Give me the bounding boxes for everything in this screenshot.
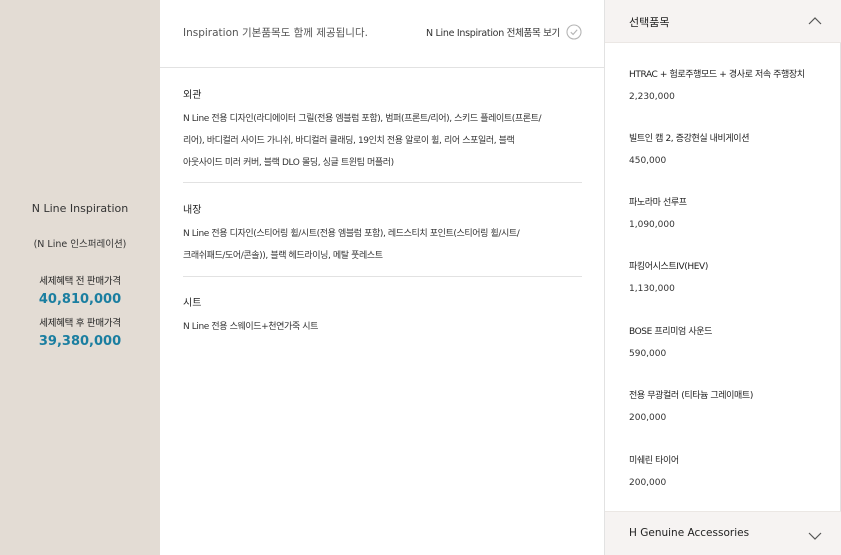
- view-all-items-link[interactable]: N Line Inspiration 전체품목 보기: [426, 24, 582, 40]
- option-price: 1,090,000: [629, 220, 675, 230]
- section-line: N Line 전용 디자인(스티어링 휠/시트(전용 엠블럼 포함), 레드스티…: [183, 229, 520, 239]
- section-text: N Line 전용 디자인(스티어링 휠/시트(전용 엠블럼 포함), 레드스티…: [183, 223, 582, 267]
- section-text: N Line 전용 스웨이드+천연가죽 시트: [183, 316, 582, 338]
- selected-options-panel: 선택품목 HTRAC + 험로주행모드 + 경사로 저속 주행장치 2,230,…: [604, 0, 841, 555]
- section-interior: 내장 N Line 전용 디자인(스티어링 휠/시트(전용 엠블럼 포함), 레…: [183, 201, 582, 267]
- section-title: 외관: [183, 90, 202, 101]
- option-name: 전용 무광컬러 (티타늄 그레이매트): [629, 391, 753, 401]
- option-price: 200,000: [629, 413, 667, 423]
- section-line: 크래쉬패드/도어/콘솔)), 블랙 헤드라이닝, 메탈 풋레스트: [183, 251, 383, 261]
- chevron-up-icon: [808, 17, 822, 25]
- price-before-tax: 40,810,000: [38, 292, 122, 307]
- chevron-down-icon: [808, 532, 822, 540]
- accessories-title: H Genuine Accessories: [629, 527, 750, 539]
- option-price: 590,000: [629, 349, 667, 359]
- option-price: 450,000: [629, 156, 667, 166]
- option-name: HTRAC + 험로주행모드 + 경사로 저속 주행장치: [629, 70, 805, 80]
- section-line: 리어), 바디컬러 사이드 가니쉬, 바디컬러 클래딩, 19인치 전용 알로이…: [183, 136, 515, 146]
- option-item: BOSE 프리미엄 사운드 590,000: [629, 324, 829, 359]
- check-circle-icon: [566, 24, 582, 40]
- option-item: HTRAC + 험로주행모드 + 경사로 저속 주행장치 2,230,000: [629, 67, 829, 102]
- option-item: 전용 무광컬러 (티타늄 그레이매트) 200,000: [629, 388, 829, 423]
- basic-items-intro: Inspiration 기본품목도 함께 제공됩니다.: [183, 27, 368, 39]
- section-text: N Line 전용 디자인(라디에이터 그릴(전용 엠블럼 포함), 범퍼(프론…: [183, 108, 582, 174]
- selected-options-header[interactable]: 선택품목: [605, 0, 841, 43]
- view-all-items-label: N Line Inspiration 전체품목 보기: [426, 28, 560, 39]
- section-seat: 시트 N Line 전용 스웨이드+천연가죽 시트: [183, 294, 582, 338]
- trim-name: N Line Inspiration: [31, 202, 129, 215]
- option-item: 파킹어시스트IV(HEV) 1,130,000: [629, 259, 829, 294]
- option-name: 미쉐린 타이어: [629, 456, 679, 466]
- section-line: 아웃사이드 미러 커버, 블랙 DLO 몰딩, 싱글 트윈팁 머플러): [183, 158, 394, 168]
- price-after-tax: 39,380,000: [38, 334, 122, 349]
- option-price: 200,000: [629, 478, 667, 488]
- trim-summary-panel: N Line Inspiration (N Line 인스퍼레이션) 세제혜택 …: [0, 0, 160, 555]
- price-after-tax-label: 세제혜택 후 판매가격: [39, 318, 121, 329]
- section-title: 시트: [183, 298, 202, 309]
- option-name: 파킹어시스트IV(HEV): [629, 262, 708, 272]
- option-price: 1,130,000: [629, 284, 675, 294]
- option-name: 빌트인 캠 2, 증강현실 내비게이션: [629, 134, 750, 144]
- basic-items-header: Inspiration 기본품목도 함께 제공됩니다. N Line Inspi…: [160, 0, 604, 68]
- option-item: 파노라마 선루프 1,090,000: [629, 195, 829, 230]
- option-name: BOSE 프리미엄 사운드: [629, 327, 712, 337]
- basic-items-panel: Inspiration 기본품목도 함께 제공됩니다. N Line Inspi…: [160, 0, 604, 555]
- accessories-header[interactable]: H Genuine Accessories: [605, 511, 841, 555]
- option-item: 미쉐린 타이어 200,000: [629, 453, 829, 488]
- trim-sub-name: (N Line 인스퍼레이션): [33, 239, 127, 250]
- section-line: N Line 전용 스웨이드+천연가죽 시트: [183, 322, 319, 332]
- section-divider: [183, 276, 582, 277]
- section-exterior: 외관 N Line 전용 디자인(라디에이터 그릴(전용 엠블럼 포함), 범퍼…: [183, 86, 582, 174]
- price-before-tax-label: 세제혜택 전 판매가격: [39, 276, 121, 287]
- option-name: 파노라마 선루프: [629, 198, 687, 208]
- section-divider: [183, 182, 582, 183]
- option-price: 2,230,000: [629, 92, 675, 102]
- section-line: N Line 전용 디자인(라디에이터 그릴(전용 엠블럼 포함), 범퍼(프론…: [183, 114, 542, 124]
- section-title: 내장: [183, 205, 202, 216]
- selected-options-title: 선택품목: [629, 16, 670, 29]
- option-item: 빌트인 캠 2, 증강현실 내비게이션 450,000: [629, 131, 829, 166]
